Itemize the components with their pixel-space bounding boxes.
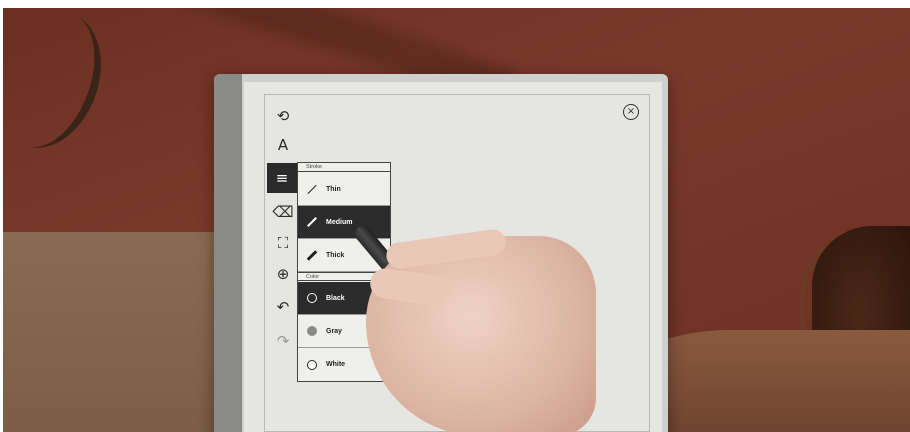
- medium-stroke-icon: [306, 216, 318, 228]
- stroke-section-header: Stroke: [298, 163, 390, 172]
- eyeglasses: [0, 0, 119, 163]
- leather-pad-left: [0, 232, 230, 432]
- stroke-thin-option[interactable]: Thin: [298, 173, 390, 206]
- stroke-medium-option[interactable]: Medium: [298, 206, 390, 239]
- color-gray-label: Gray: [326, 327, 342, 335]
- eraser-icon[interactable]: ⌫: [272, 201, 294, 223]
- stroke-thin-label: Thin: [326, 185, 341, 193]
- stroke-medium-label: Medium: [326, 218, 353, 226]
- photo-scene: ⟲ A ≡ ⌫ ⛶ ⊕ ↶ ↷ × Stroke Thin Medium Thi…: [0, 0, 910, 432]
- pen-menu-icon[interactable]: ≡: [267, 163, 297, 193]
- zoom-icon[interactable]: ⊕: [272, 263, 294, 285]
- image-border-top: [0, 0, 910, 8]
- close-icon[interactable]: ×: [623, 104, 639, 120]
- color-black-label: Black: [326, 294, 345, 302]
- stroke-thick-label: Thick: [326, 251, 345, 259]
- color-white-label: White: [326, 361, 346, 368]
- white-swatch-icon: [306, 359, 318, 371]
- select-icon[interactable]: ⛶: [272, 232, 294, 254]
- thin-stroke-icon: [306, 183, 318, 195]
- image-border-left: [0, 0, 3, 432]
- undo-icon[interactable]: ↶: [272, 296, 294, 318]
- history-icon[interactable]: ⟲: [272, 105, 294, 127]
- thick-stroke-icon: [306, 249, 318, 261]
- text-tool-icon[interactable]: A: [272, 134, 294, 156]
- redo-icon[interactable]: ↷: [272, 330, 294, 352]
- black-swatch-icon: [306, 292, 318, 304]
- tablet-spine: [214, 74, 242, 432]
- gray-swatch-icon: [306, 325, 318, 337]
